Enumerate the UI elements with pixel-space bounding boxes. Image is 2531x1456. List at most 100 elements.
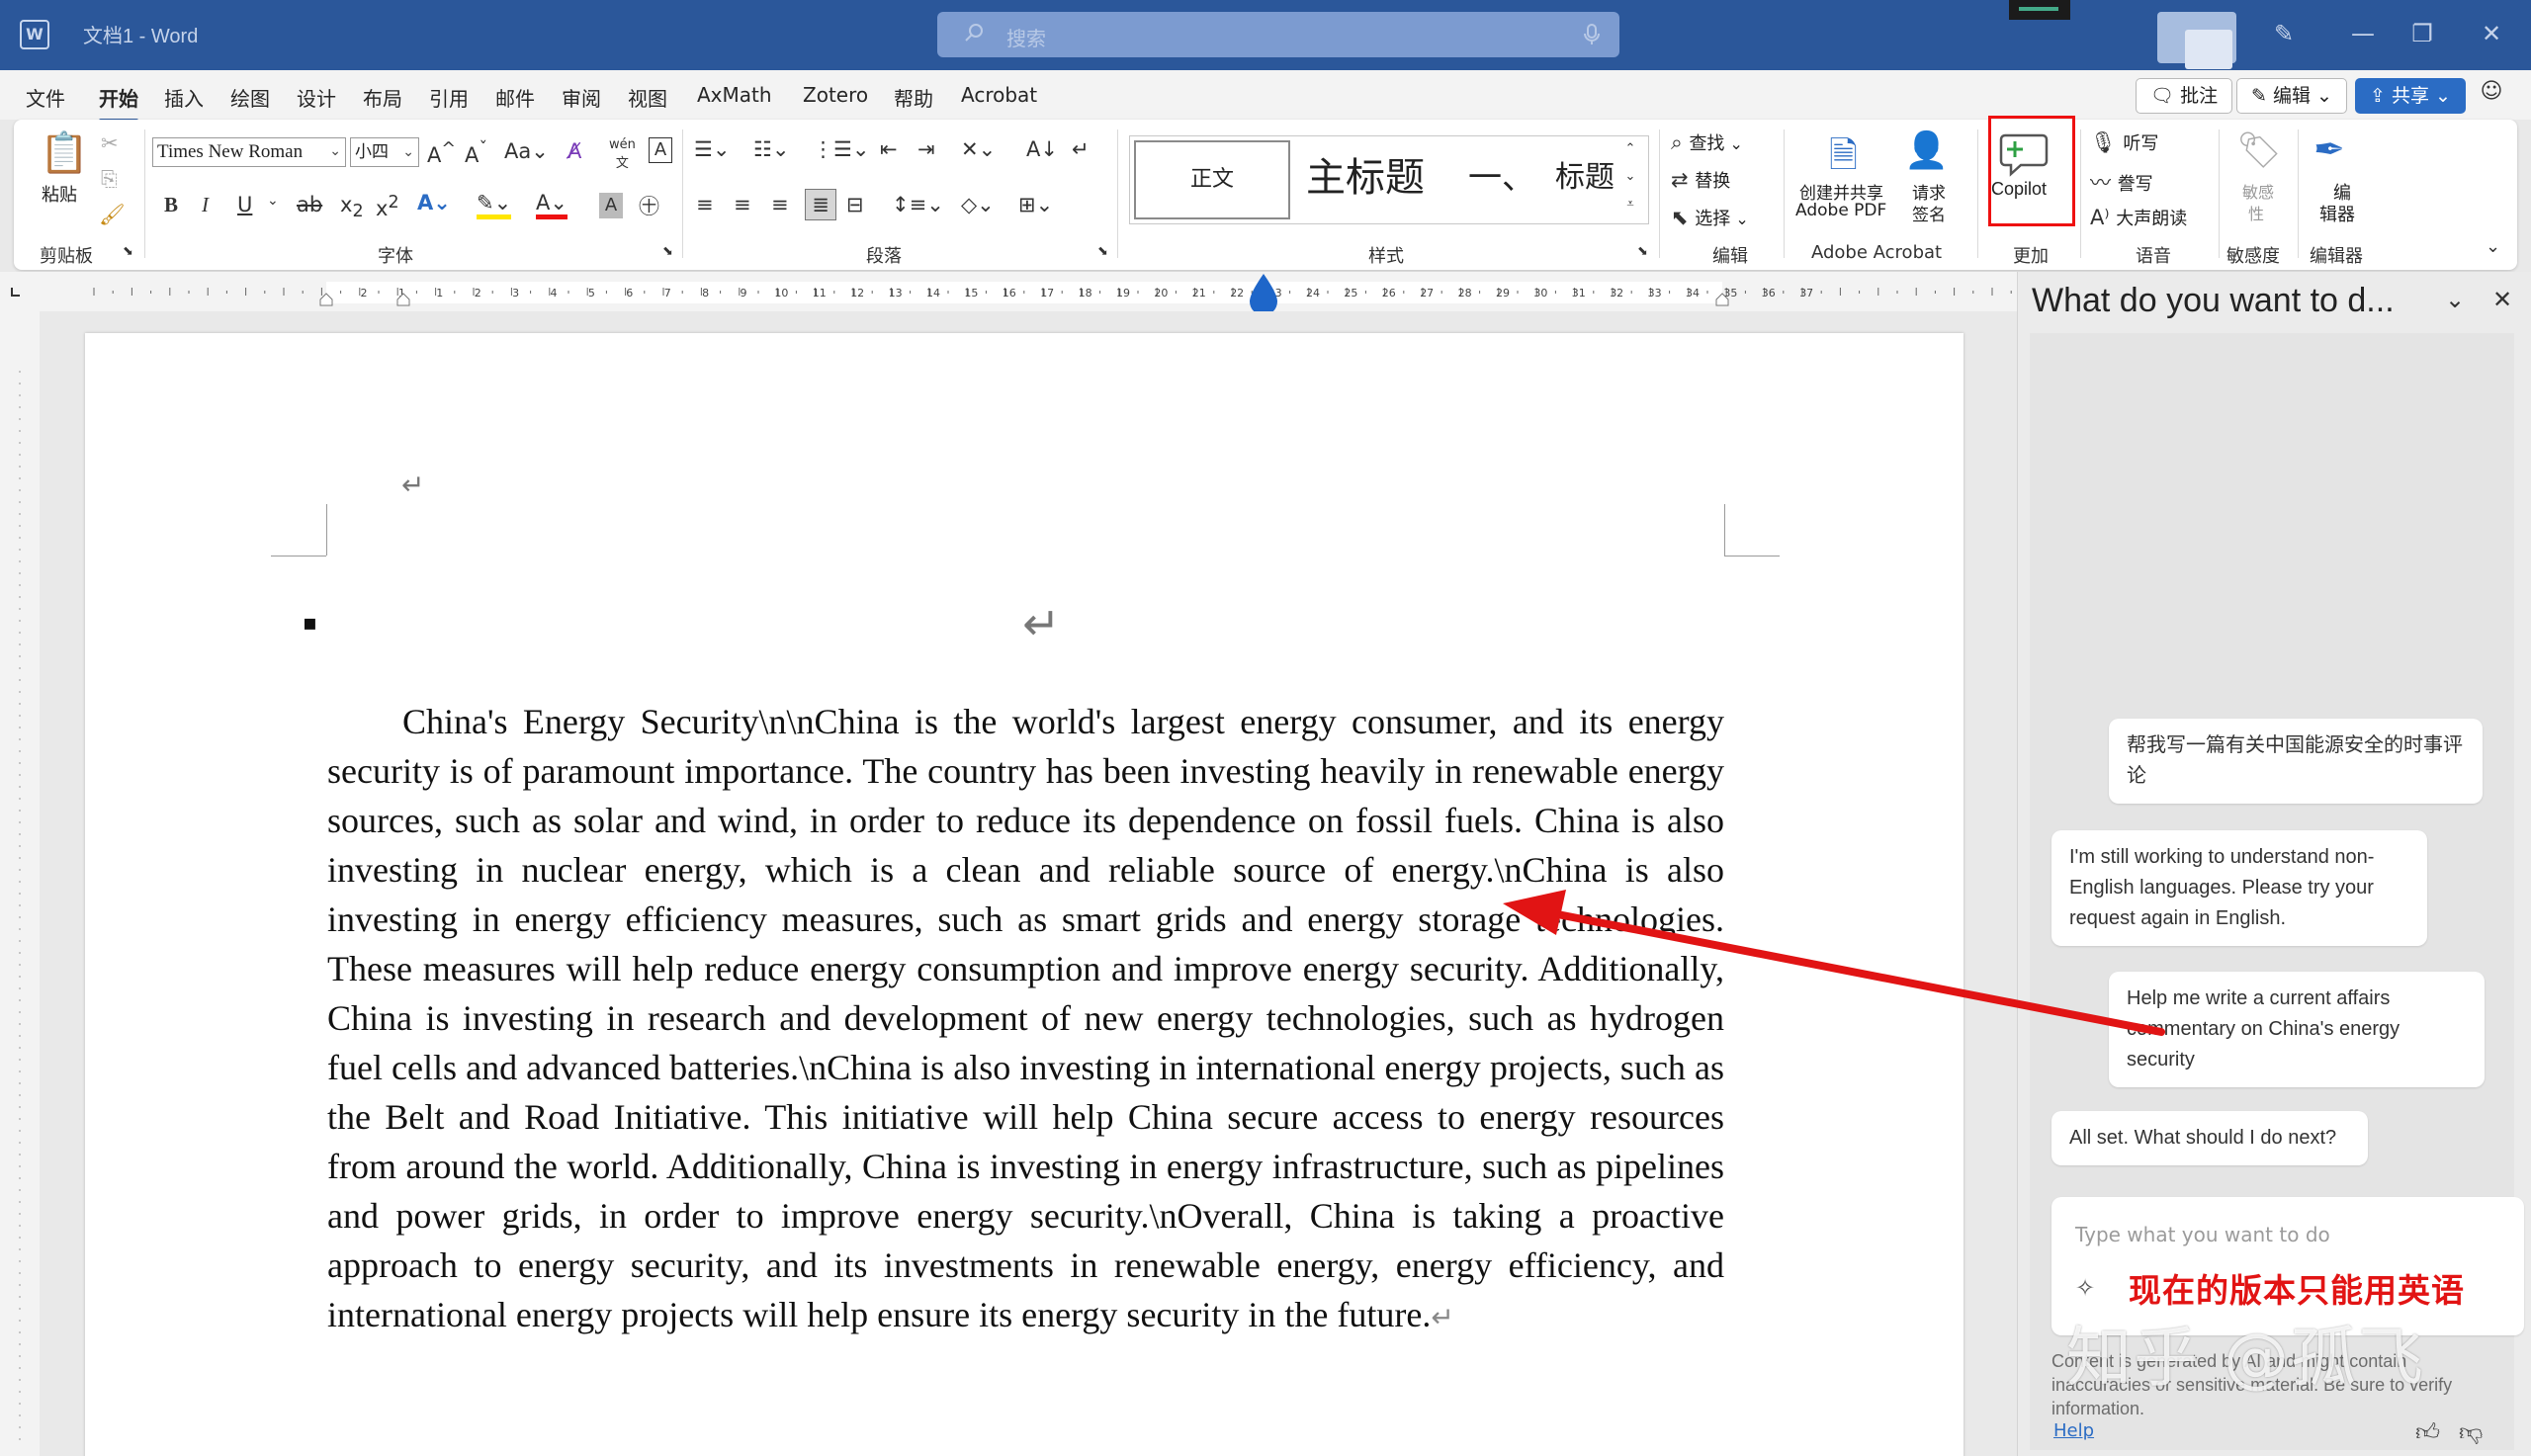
prompt-input[interactable]: Type what you want to do ✧ 现在的版本只能用英语	[2051, 1197, 2524, 1335]
font-name-combo[interactable]: Times New Roman ⌄	[152, 137, 346, 167]
close-pane-button[interactable]: ✕	[2492, 286, 2512, 313]
underline-icon[interactable]: U	[237, 193, 252, 216]
close-window-button[interactable]: ✕	[2472, 16, 2511, 51]
dialog-launcher-icon[interactable]: ⬊	[1637, 244, 1648, 259]
strikethrough-icon[interactable]: ab	[297, 193, 322, 216]
phonetic-guide-icon[interactable]: wén 文	[609, 137, 636, 171]
ruler-drag-handle[interactable]	[1250, 274, 1277, 311]
character-border-icon[interactable]: A	[649, 137, 672, 163]
tab-file[interactable]: 文件	[26, 83, 65, 112]
enclosed-character-icon[interactable]: ㊉	[639, 191, 659, 220]
superscript-icon[interactable]: x2	[376, 193, 399, 220]
tab-insert[interactable]: 插入	[164, 83, 204, 112]
chevron-down-icon[interactable]: ⌄	[267, 193, 279, 209]
thumbs-up-icon[interactable]: 👍︎	[2415, 1418, 2440, 1447]
tab-draw[interactable]: 绘图	[230, 83, 270, 112]
highlight-icon[interactable]: ✎⌄	[477, 191, 512, 219]
document-body[interactable]: China's Energy Security\n\nChina is the …	[327, 697, 1724, 1343]
select-button[interactable]: ⬉ 选择 ⌄	[1671, 205, 1749, 230]
transcribe-button[interactable]: 〰 誊写	[2090, 167, 2153, 197]
request-signature-icon[interactable]: 👤	[1904, 129, 1949, 171]
sort-icon[interactable]: A↓	[1026, 137, 1058, 161]
font-size-combo[interactable]: 小四 ⌄	[350, 137, 419, 167]
decrease-indent-icon[interactable]: ⇤	[880, 137, 898, 161]
tab-design[interactable]: 设计	[297, 83, 336, 112]
paragraph-mark: ↵	[1022, 597, 1061, 650]
read-aloud-button[interactable]: A⁾ 大声朗读	[2090, 205, 2187, 230]
borders-icon[interactable]: ⊞⌄	[1018, 193, 1053, 216]
copy-icon[interactable]: ⎘	[101, 167, 118, 192]
tab-selector-icon[interactable]	[11, 288, 20, 297]
tab-help[interactable]: 帮助	[894, 83, 933, 112]
multilevel-list-icon[interactable]: ⋮☰⌄	[813, 137, 869, 161]
style-heading1[interactable]: 一、	[1468, 140, 1541, 219]
paste-icon[interactable]: 📋	[40, 129, 89, 176]
comments-button[interactable]: 🗨 批注	[2136, 78, 2233, 114]
find-button[interactable]: ⌕ 查找 ⌄	[1671, 129, 1743, 155]
justify-icon[interactable]: ≣	[805, 189, 836, 220]
italic-icon[interactable]: I	[202, 193, 209, 217]
search-box[interactable]: 搜索	[937, 12, 1619, 57]
cut-icon[interactable]: ✂	[101, 131, 119, 155]
tab-acrobat[interactable]: Acrobat	[961, 83, 1037, 107]
microphone-icon[interactable]	[1582, 23, 1602, 46]
annotation-text: 现在的版本只能用英语	[2129, 1271, 2465, 1310]
line-spacing-icon[interactable]: ↕≡⌄	[892, 193, 944, 216]
tab-home[interactable]: 开始	[99, 83, 138, 123]
collapse-ribbon-icon[interactable]: ⌄	[2486, 236, 2500, 257]
restore-button[interactable]: ❐	[2402, 16, 2442, 51]
bullets-icon[interactable]: ☰⌄	[694, 137, 730, 161]
character-shading-icon[interactable]: A	[599, 193, 623, 218]
tab-references[interactable]: 引用	[429, 83, 469, 112]
format-painter-icon[interactable]: 🖌	[99, 203, 126, 227]
align-center-icon[interactable]: ≡	[734, 193, 751, 216]
asian-layout-icon[interactable]: ✕⌄	[961, 137, 996, 161]
sparkle-icon[interactable]: ✧	[2075, 1274, 2095, 1302]
shrink-font-icon[interactable]: Aˇ	[465, 139, 487, 167]
thumbs-down-icon[interactable]: 👎︎	[2459, 1418, 2483, 1447]
ruler-number: 12	[850, 287, 864, 300]
dictate-button[interactable]: 🎙 听写	[2090, 129, 2158, 155]
chevron-down-icon[interactable]: ⌄	[2445, 286, 2465, 313]
pen-icon[interactable]: ✎	[2264, 16, 2304, 51]
share-button[interactable]: ⇪ 共享 ⌄	[2355, 78, 2466, 114]
account-avatar[interactable]	[2157, 12, 2236, 69]
dialog-launcher-icon[interactable]: ⬊	[662, 244, 673, 259]
font-color-icon[interactable]: A⌄	[536, 191, 567, 219]
distributed-icon[interactable]: ⊟	[846, 193, 864, 216]
bold-icon[interactable]: B	[164, 193, 178, 217]
ribbon: 📋 粘贴 ✂ ⎘ 🖌 剪贴板 ⬊ Times New Roman ⌄ 小四 ⌄ A^…	[14, 116, 2517, 270]
vertical-ruler[interactable]	[0, 311, 40, 1456]
tab-axmath[interactable]: AxMath	[697, 83, 772, 107]
dialog-launcher-icon[interactable]: ⬊	[123, 244, 133, 259]
help-link[interactable]: Help	[2053, 1420, 2094, 1441]
tab-review[interactable]: 审阅	[562, 83, 601, 112]
style-normal[interactable]: 正文	[1134, 140, 1290, 219]
shading-icon[interactable]: ◇⌄	[961, 193, 995, 216]
dialog-launcher-icon[interactable]: ⬊	[1097, 244, 1108, 259]
feedback-icon[interactable]: ☺	[2472, 74, 2511, 110]
align-left-icon[interactable]: ≡	[696, 193, 714, 216]
horizontal-ruler[interactable]: 2112345678910111213141516171819202122232…	[0, 272, 2017, 311]
ruler-number: 20	[1154, 287, 1168, 300]
editing-mode-button[interactable]: ✎ 编辑 ⌄	[2236, 78, 2347, 114]
numbering-icon[interactable]: ☷⌄	[753, 137, 789, 161]
increase-indent-icon[interactable]: ⇥	[917, 137, 935, 161]
minimize-button[interactable]: —	[2343, 16, 2383, 51]
styles-scroll-controls[interactable]: ⌃ ⌄ ⩡	[1615, 135, 1645, 218]
read-aloud-icon: A⁾	[2090, 206, 2117, 229]
grow-font-icon[interactable]: A^	[427, 139, 456, 167]
change-case-icon[interactable]: Aa⌄	[504, 139, 549, 163]
style-title[interactable]: 主标题	[1306, 140, 1454, 219]
tab-mailings[interactable]: 邮件	[495, 83, 535, 112]
tab-view[interactable]: 视图	[628, 83, 667, 112]
ruler-number: 11	[813, 287, 827, 300]
subscript-icon[interactable]: x2	[340, 193, 364, 221]
show-marks-icon[interactable]: ↵	[1072, 137, 1090, 161]
tab-zotero[interactable]: Zotero	[803, 83, 868, 107]
clear-formatting-icon[interactable]: A̸	[567, 139, 581, 163]
text-effects-icon[interactable]: A⌄	[417, 191, 451, 214]
replace-button[interactable]: ⇄ 替换	[1671, 167, 1730, 193]
align-right-icon[interactable]: ≡	[771, 193, 789, 216]
tab-layout[interactable]: 布局	[363, 83, 402, 112]
